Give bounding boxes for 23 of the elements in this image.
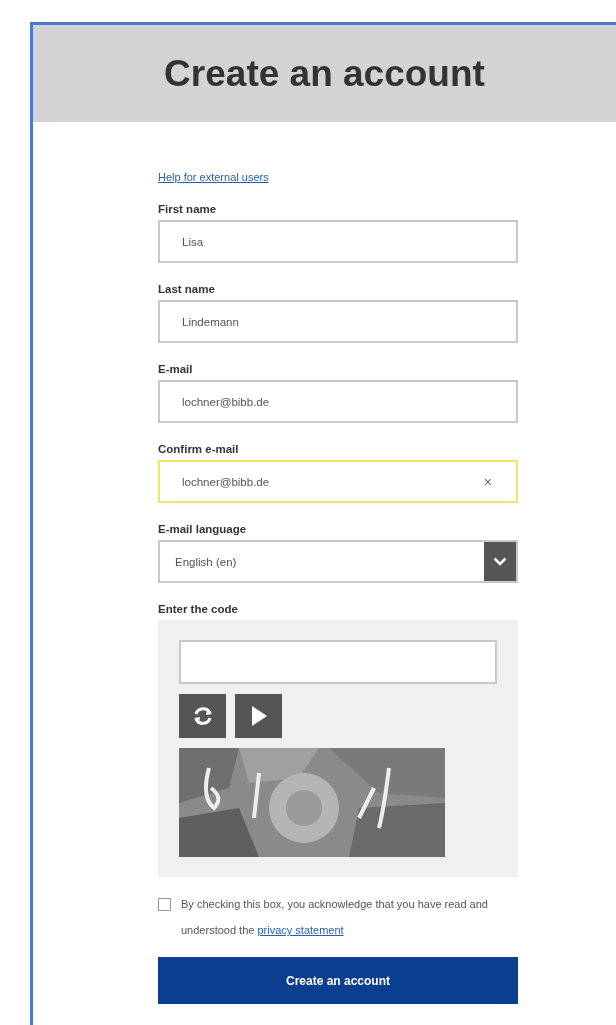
code-input[interactable] xyxy=(179,640,497,684)
consent-text: By checking this box, you acknowledge that you have read and understood the privacy statement xyxy=(181,897,489,938)
field-label: Confirm e-mail xyxy=(158,443,239,455)
refresh-button[interactable] xyxy=(179,694,226,738)
privacy-statement-link[interactable]: privacy statement xyxy=(257,924,344,936)
text-field[interactable]: lochner@bibb.de xyxy=(158,380,518,423)
field-label: E-mail xyxy=(158,363,193,375)
clear-button[interactable]: × xyxy=(483,473,492,490)
text-field[interactable]: Lindemann xyxy=(158,300,518,343)
play-icon xyxy=(249,705,268,727)
field-label: Last name xyxy=(158,283,215,295)
page-title: Create an account xyxy=(163,52,486,95)
chevron-down-icon xyxy=(493,557,507,566)
text-field[interactable]: lochner@bibb.de × xyxy=(158,460,518,503)
create-account-button[interactable]: Create an account xyxy=(158,957,518,1004)
field-label: First name xyxy=(158,203,217,215)
field-label: Enter the code xyxy=(158,603,238,615)
language-dropdown[interactable]: English (en) xyxy=(158,540,518,583)
help-link[interactable]: Help for external users xyxy=(158,171,269,183)
consent-checkbox[interactable] xyxy=(158,898,171,911)
play-audio-button[interactable] xyxy=(235,694,282,738)
text-field[interactable]: Lisa xyxy=(158,220,518,263)
field-label: E-mail language xyxy=(158,523,247,535)
